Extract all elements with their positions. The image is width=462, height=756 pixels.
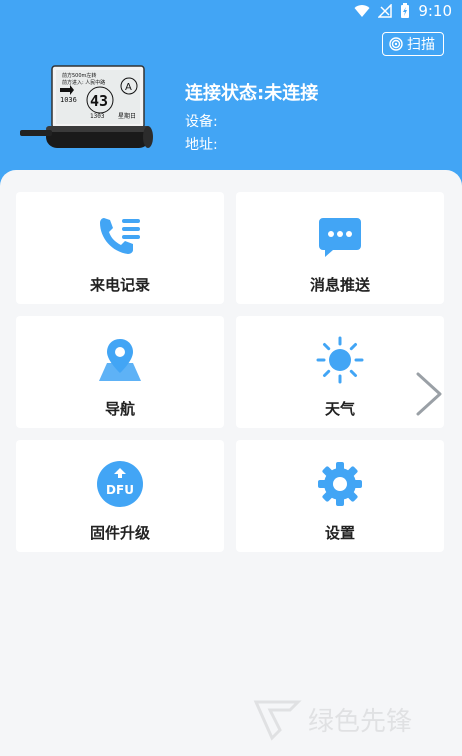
connection-status: 连接状态:未连接	[185, 83, 319, 104]
watermark-logo: 绿色先锋	[253, 700, 412, 741]
address-label: 地址:	[185, 137, 218, 153]
menu-label-firmware: 固件升级	[89, 524, 150, 542]
hud-line1: 前方500m左转	[62, 72, 96, 79]
menu-label-message: 消息推送	[309, 276, 370, 294]
menu-label-call-log: 来电记录	[89, 276, 150, 294]
battery-icon	[401, 3, 410, 18]
hud-small-mid: 1303	[90, 113, 105, 120]
gear-icon	[316, 460, 364, 508]
menu-card-message[interactable]: 消息推送	[236, 192, 444, 304]
clock: 9:10	[418, 2, 452, 20]
hud-small-left: 1036	[60, 96, 77, 104]
chevron-right-icon[interactable]	[412, 370, 446, 418]
scan-button[interactable]: 扫描	[382, 32, 444, 56]
menu-label-settings: 设置	[324, 524, 355, 542]
hud-device-image: 前方500m左转 前方进入: 人民中路 43 1036 1303 星期日 A	[20, 65, 153, 148]
menu-label-weather: 天气	[324, 400, 355, 418]
watermark-text: 绿色先锋	[308, 707, 412, 737]
hud-big-number: 43	[90, 92, 108, 110]
menu-card-firmware[interactable]: DFU 固件升级	[16, 440, 224, 552]
wifi-icon	[354, 5, 370, 18]
status-bar: 9:10	[0, 0, 462, 22]
hud-small-right: 星期日	[118, 112, 136, 120]
menu-card-navigation[interactable]: 导航	[16, 316, 224, 428]
message-bubble-icon	[316, 212, 364, 260]
scan-button-label: 扫描	[407, 37, 435, 53]
scan-target-icon	[389, 37, 403, 51]
dfu-text: DFU	[106, 483, 134, 497]
hud-letter: A	[125, 82, 132, 93]
map-pin-icon	[96, 336, 144, 384]
device-label: 设备:	[185, 114, 218, 130]
sun-icon	[316, 336, 364, 384]
dfu-icon: DFU	[96, 460, 144, 508]
phone-list-icon	[96, 212, 144, 260]
menu-card-settings[interactable]: 设置	[236, 440, 444, 552]
menu-label-navigation: 导航	[104, 400, 135, 418]
menu-card-call-log[interactable]: 来电记录	[16, 192, 224, 304]
hud-line2: 前方进入: 人民中路	[62, 79, 105, 86]
signal-icon	[378, 4, 393, 18]
